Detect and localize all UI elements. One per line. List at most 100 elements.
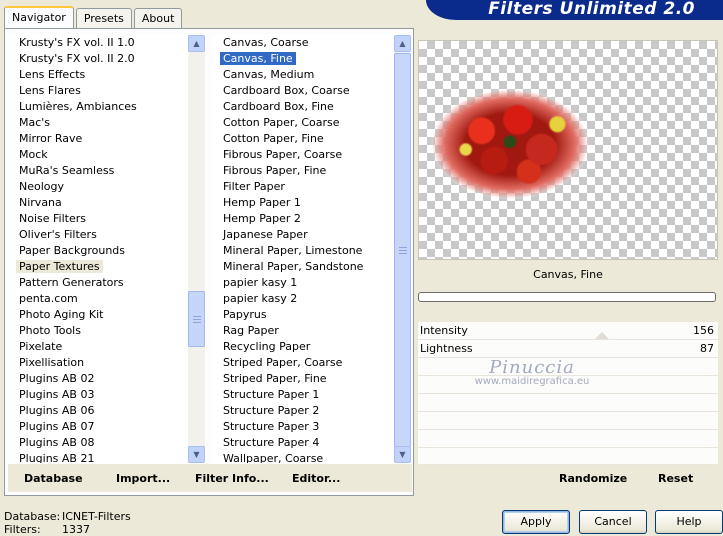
import-button[interactable]: Import... (116, 472, 170, 485)
list-item[interactable]: Canvas, Medium (213, 67, 393, 83)
param-label: Intensity (420, 324, 468, 337)
list-item[interactable]: Striped Paper, Coarse (213, 355, 393, 371)
scroll-up-icon[interactable]: ▲ (188, 35, 205, 52)
list-item[interactable]: Cardboard Box, Coarse (213, 83, 393, 99)
preview-pane[interactable] (418, 40, 718, 260)
list-item[interactable]: Hemp Paper 2 (213, 211, 393, 227)
list-item[interactable]: Krusty's FX vol. II 1.0 (9, 35, 187, 51)
list-item[interactable]: Paper Textures (9, 259, 187, 275)
param-row-lightness[interactable]: Lightness 87 (418, 340, 718, 358)
scroll-down-icon[interactable]: ▼ (394, 446, 411, 463)
status-filters-value: 1337 (62, 523, 90, 536)
list-item[interactable]: Cotton Paper, Coarse (213, 115, 393, 131)
list-item[interactable]: Fibrous Paper, Fine (213, 163, 393, 179)
status-database-value: ICNET-Filters (62, 510, 131, 523)
tab-presets[interactable]: Presets (75, 8, 132, 28)
list-item[interactable]: Nirvana (9, 195, 187, 211)
param-label: Lightness (420, 342, 473, 355)
list-item[interactable]: Photo Tools (9, 323, 187, 339)
list-item[interactable]: Plugins AB 08 (9, 435, 187, 451)
list-item[interactable]: Structure Paper 2 (213, 403, 393, 419)
list-item[interactable]: Canvas, Coarse (213, 35, 393, 51)
list-item[interactable]: Structure Paper 3 (213, 419, 393, 435)
category-list[interactable]: Krusty's FX vol. II 1.0 Krusty's FX vol. … (8, 34, 206, 464)
filter-info-button[interactable]: Filter Info... (195, 472, 269, 485)
list-item-label: papier kasy 2 (223, 292, 298, 305)
list-item[interactable]: Plugins AB 07 (9, 419, 187, 435)
list-item[interactable]: Striped Paper, Fine (213, 371, 393, 387)
list-item[interactable]: Paper Backgrounds (9, 243, 187, 259)
database-button[interactable]: Database (24, 472, 83, 485)
list-item[interactable]: Mock (9, 147, 187, 163)
scroll-up-icon[interactable]: ▲ (394, 35, 411, 52)
tab-about[interactable]: About (133, 8, 183, 28)
list-item[interactable]: Japanese Paper (213, 227, 393, 243)
list-item-label: Plugins AB 07 (19, 420, 95, 433)
list-item-label: Photo Aging Kit (19, 308, 104, 321)
list-item[interactable]: Filter Paper (213, 179, 393, 195)
list-item[interactable]: Structure Paper 4 (213, 435, 393, 451)
list-item[interactable]: Neology (9, 179, 187, 195)
list-item[interactable]: Plugins AB 02 (9, 371, 187, 387)
list-item[interactable]: Lens Effects (9, 67, 187, 83)
list-item-label: Mac's (19, 116, 51, 129)
effect-name: Canvas, Fine (533, 268, 603, 281)
list-item-label: Fibrous Paper, Fine (223, 164, 327, 177)
title-banner: Filters Unlimited 2.0 (426, 0, 723, 20)
list-item[interactable]: papier kasy 1 (213, 275, 393, 291)
list-item[interactable]: Oliver's Filters (9, 227, 187, 243)
list-item[interactable]: Lens Flares (9, 83, 187, 99)
list-item[interactable]: penta.com (9, 291, 187, 307)
editor-button[interactable]: Editor... (292, 472, 340, 485)
list-item[interactable]: Hemp Paper 1 (213, 195, 393, 211)
filter-list[interactable]: Canvas, Coarse Canvas, Fine Canvas, Medium… (212, 34, 412, 464)
list-item[interactable]: Plugins AB 06 (9, 403, 187, 419)
list-item-label: Lens Effects (19, 68, 86, 81)
status-filters-label: Filters: (4, 523, 41, 536)
list-item-label: Plugins AB 08 (19, 436, 95, 449)
list-item[interactable]: Canvas, Fine (213, 51, 393, 67)
randomize-button[interactable]: Randomize (559, 472, 627, 485)
scroll-down-icon[interactable]: ▼ (188, 446, 205, 463)
list-item[interactable]: Fibrous Paper, Coarse (213, 147, 393, 163)
list-item[interactable]: Mirror Rave (9, 131, 187, 147)
list-item[interactable]: Pattern Generators (9, 275, 187, 291)
list-item-label: Japanese Paper (223, 228, 308, 241)
list-item[interactable]: Papyrus (213, 307, 393, 323)
list-item[interactable]: Mineral Paper, Limestone (213, 243, 393, 259)
scroll-thumb[interactable] (188, 291, 205, 347)
list-item[interactable]: Mac's (9, 115, 187, 131)
cancel-button[interactable]: Cancel (579, 510, 647, 534)
param-row-intensity[interactable]: Intensity 156 (418, 322, 718, 340)
apply-button[interactable]: Apply (502, 510, 570, 534)
list-item-label: Striped Paper, Fine (223, 372, 327, 385)
list-item[interactable]: Photo Aging Kit (9, 307, 187, 323)
list-item[interactable]: papier kasy 2 (213, 291, 393, 307)
list-item[interactable]: Pixelate (9, 339, 187, 355)
list-item-label: Hemp Paper 1 (223, 196, 301, 209)
list-item[interactable]: Noise Filters (9, 211, 187, 227)
list-item[interactable]: Cotton Paper, Fine (213, 131, 393, 147)
list-item-label: Plugins AB 21 (19, 452, 95, 464)
list-item[interactable]: Mineral Paper, Sandstone (213, 259, 393, 275)
category-scrollbar[interactable]: ▲ ▼ (188, 35, 205, 463)
list-item[interactable]: Cardboard Box, Fine (213, 99, 393, 115)
list-item[interactable]: Rag Paper (213, 323, 393, 339)
filter-scrollbar[interactable]: ▲ ▼ (394, 35, 411, 463)
list-item[interactable]: Plugins AB 21 (9, 451, 187, 464)
list-item[interactable]: Lumières, Ambiances (9, 99, 187, 115)
tab-navigator[interactable]: Navigator (4, 6, 74, 28)
parameter-panel: Intensity 156 Lightness 87 (418, 322, 718, 466)
list-item[interactable]: Structure Paper 1 (213, 387, 393, 403)
list-item[interactable]: Krusty's FX vol. II 2.0 (9, 51, 187, 67)
list-item[interactable]: Pixellisation (9, 355, 187, 371)
reset-button[interactable]: Reset (658, 472, 693, 485)
navigator-button-bar: Database Import... Filter Info... Editor… (8, 464, 412, 492)
list-item[interactable]: Wallpaper, Coarse (213, 451, 393, 463)
list-item[interactable]: Recycling Paper (213, 339, 393, 355)
list-item-label: Photo Tools (19, 324, 81, 337)
help-button[interactable]: Help (655, 510, 723, 534)
scroll-thumb[interactable] (394, 53, 411, 447)
list-item[interactable]: Plugins AB 03 (9, 387, 187, 403)
list-item[interactable]: MuRa's Seamless (9, 163, 187, 179)
